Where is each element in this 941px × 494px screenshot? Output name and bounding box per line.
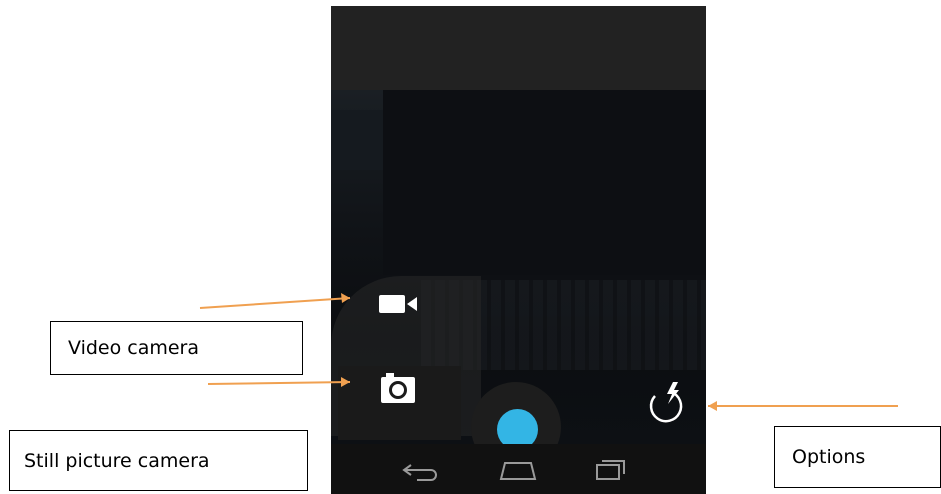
options-label-text: Options: [792, 446, 866, 468]
video-camera-label-text: Video camera: [68, 337, 200, 359]
still-camera-label: Still picture camera: [9, 430, 308, 491]
options-label: Options: [774, 426, 941, 488]
annotation-arrows: [199, 293, 898, 411]
still-camera-label-text: Still picture camera: [24, 449, 210, 472]
video-camera-label: Video camera: [50, 321, 303, 375]
